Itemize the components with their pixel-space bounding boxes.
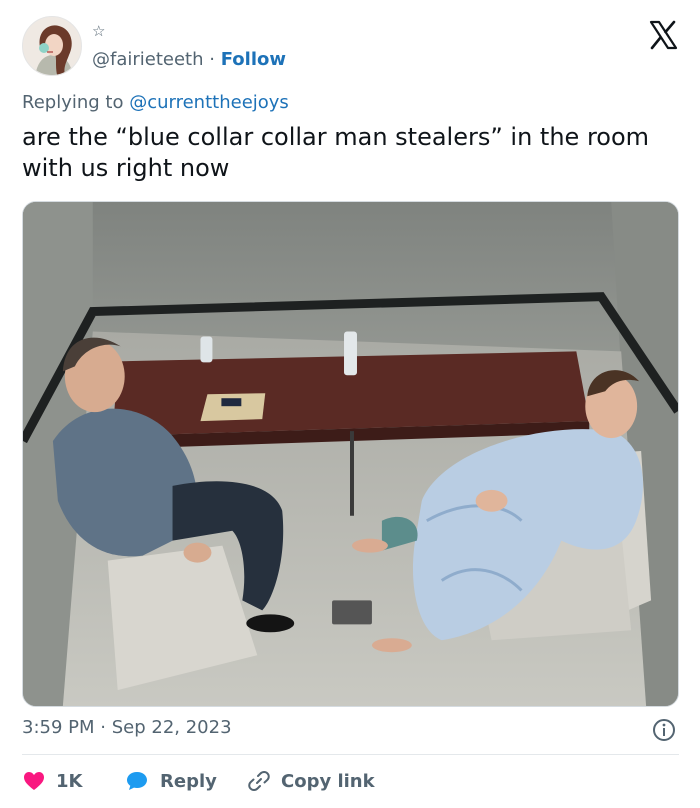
tweet-header: ☆ @fairieteeth · Follow — [22, 16, 682, 78]
star-icon: ☆ — [92, 22, 106, 40]
replying-to-mention[interactable]: @currenttheejoys — [129, 92, 289, 113]
replying-to: Replying to @currenttheejoys — [22, 92, 289, 113]
tweet-timestamp[interactable]: 3:59 PM · Sep 22, 2023 — [22, 716, 232, 740]
like-count: 1K — [56, 770, 83, 792]
copy-link-button[interactable]: Copy link — [247, 766, 375, 796]
divider — [22, 754, 679, 755]
replying-to-prefix: Replying to — [22, 92, 124, 113]
tweet-time: 3:59 PM — [22, 717, 95, 738]
avatar[interactable] — [22, 16, 82, 76]
copy-link-label: Copy link — [281, 770, 375, 792]
like-button[interactable]: 1K — [22, 766, 82, 796]
tweet-embed-card: ☆ @fairieteeth · Follow Replying to @cur… — [0, 0, 700, 808]
reply-bubble-icon — [127, 772, 147, 790]
tweet-photo[interactable] — [22, 201, 679, 707]
tweet-date: Sep 22, 2023 — [111, 717, 232, 738]
tweet-text: are the “blue collar collar man stealers… — [22, 123, 650, 182]
reply-label: Reply — [160, 770, 217, 792]
author-handle-row: @fairieteeth · Follow — [92, 49, 286, 71]
info-icon[interactable] — [652, 718, 676, 742]
x-logo-icon[interactable] — [648, 20, 678, 50]
link-icon — [248, 771, 270, 791]
tweet-actions: 1K Reply Copy link — [22, 766, 678, 796]
timestamp-separator: · — [100, 717, 106, 738]
heart-icon — [24, 772, 44, 790]
author-handle[interactable]: @fairieteeth — [92, 49, 204, 70]
handle-separator: · — [209, 49, 215, 70]
reply-button[interactable]: Reply — [124, 766, 217, 796]
follow-button[interactable]: Follow — [221, 49, 286, 70]
